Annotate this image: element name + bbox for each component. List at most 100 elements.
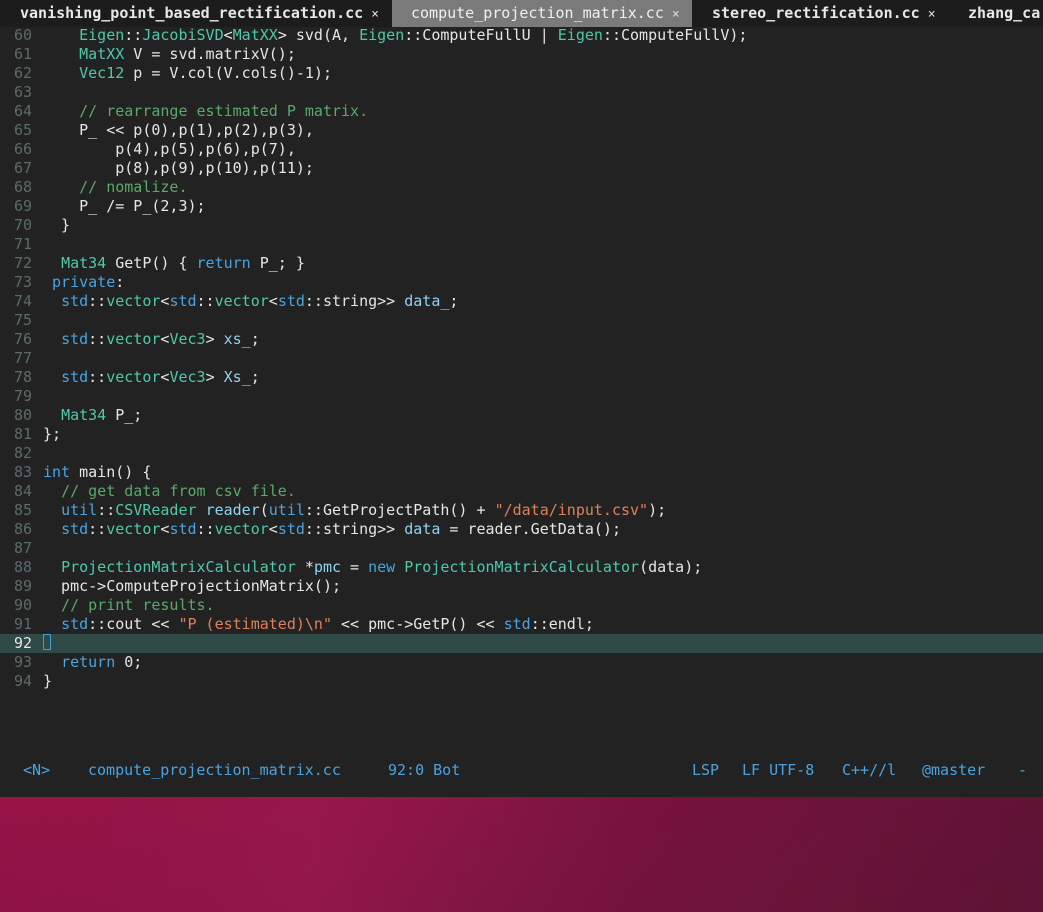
code-line[interactable]: 86 std::vector<std::vector<std::string>>… [0, 520, 1043, 539]
text-cursor [43, 634, 51, 650]
line-number: 81 [13, 425, 32, 443]
line-text: std::vector<std::vector<std::string>> da… [61, 292, 459, 310]
code-area[interactable]: 60 Eigen::JacobiSVD<MatXX> svd(A, Eigen:… [0, 26, 1043, 691]
line-text: // get data from csv file. [61, 482, 296, 500]
line-number: 84 [13, 482, 32, 500]
line-text: Vec12 p = V.col(V.cols()-1); [79, 64, 332, 82]
code-line[interactable]: 91 std::cout << "P (estimated)\n" << pmc… [0, 615, 1043, 634]
code-line[interactable]: 90 // print results. [0, 596, 1043, 615]
line-text: // print results. [61, 596, 215, 614]
line-number: 85 [13, 501, 32, 519]
code-line[interactable]: 76 std::vector<Vec3> xs_; [0, 330, 1043, 349]
line-number: 79 [13, 387, 32, 405]
line-number: 60 [13, 26, 32, 44]
code-line[interactable]: 73 private: [0, 273, 1043, 292]
code-line[interactable]: 89 pmc->ComputeProjectionMatrix(); [0, 577, 1043, 596]
line-number: 63 [13, 83, 32, 101]
line-number: 71 [13, 235, 32, 253]
line-number: 89 [13, 577, 32, 595]
line-number: 75 [13, 311, 32, 329]
code-line[interactable]: 63 [0, 83, 1043, 102]
code-line[interactable]: 79 [0, 387, 1043, 406]
line-number: 82 [13, 444, 32, 462]
line-number: 88 [13, 558, 32, 576]
code-line[interactable]: 87 [0, 539, 1043, 558]
line-text: pmc->ComputeProjectionMatrix(); [43, 577, 342, 595]
code-line[interactable]: 74 std::vector<std::vector<std::string>>… [0, 292, 1043, 311]
code-line[interactable]: 66 p(4),p(5),p(6),p(7), [0, 140, 1043, 159]
line-number: 66 [13, 140, 32, 158]
code-line[interactable]: 85 util::CSVReader reader(util::GetProje… [0, 501, 1043, 520]
code-line[interactable]: 77 [0, 349, 1043, 368]
close-icon[interactable]: × [672, 7, 680, 22]
code-line[interactable]: 68 // nomalize. [0, 178, 1043, 197]
code-line[interactable]: 67 p(8),p(9),p(10),p(11); [0, 159, 1043, 178]
tab-label: zhang_ca [968, 4, 1041, 22]
line-number: 70 [13, 216, 32, 234]
tab-label: compute_projection_matrix.cc [411, 4, 664, 22]
code-line[interactable]: 83 int main() { [0, 463, 1043, 482]
close-icon[interactable]: × [928, 7, 936, 22]
code-line[interactable]: 64 // rearrange estimated P matrix. [0, 102, 1043, 121]
code-line[interactable]: 84 // get data from csv file. [0, 482, 1043, 501]
code-editor-window[interactable]: vanishing_point_based_rectification.cc × … [0, 0, 1043, 797]
line-text: std::vector<std::vector<std::string>> da… [61, 520, 621, 538]
file-type: C++//l [842, 761, 897, 779]
line-number: 74 [13, 292, 32, 310]
code-line[interactable]: 72 Mat34 GetP() { return P_; } [0, 254, 1043, 273]
line-text: std::cout << "P (estimated)\n" << pmc->G… [61, 615, 594, 633]
line-number: 62 [13, 64, 32, 82]
line-text: p(4),p(5),p(6),p(7), [43, 140, 296, 158]
code-line[interactable]: 61 MatXX V = svd.matrixV(); [0, 45, 1043, 64]
line-number: 92 [13, 634, 32, 652]
code-line[interactable]: 65 P_ << p(0),p(1),p(2),p(3), [0, 121, 1043, 140]
tab-label: stereo_rectification.cc [712, 4, 920, 22]
line-text: Eigen::JacobiSVD<MatXX> svd(A, Eigen::Co… [79, 26, 748, 44]
tab-stereo-rectification[interactable]: stereo_rectification.cc × [712, 0, 952, 27]
cursor-position: 92:0 Bot [388, 761, 461, 779]
close-icon[interactable]: × [371, 7, 379, 22]
line-number: 78 [13, 368, 32, 386]
desktop-wallpaper [0, 797, 1043, 912]
line-number: 90 [13, 596, 32, 614]
code-line[interactable]: 94} [0, 672, 1043, 691]
code-line[interactable]: 69 P_ /= P_(2,3); [0, 197, 1043, 216]
tab-vanishing-point[interactable]: vanishing_point_based_rectification.cc × [0, 0, 390, 27]
code-line[interactable]: 60 Eigen::JacobiSVD<MatXX> svd(A, Eigen:… [0, 26, 1043, 45]
line-text: Mat34 GetP() { return P_; } [61, 254, 305, 272]
line-text: // nomalize. [79, 178, 188, 196]
line-number: 65 [13, 121, 32, 139]
line-number: 87 [13, 539, 32, 557]
line-number: 80 [13, 406, 32, 424]
tab-bar: vanishing_point_based_rectification.cc × … [0, 0, 1043, 27]
code-line[interactable]: 78 std::vector<Vec3> Xs_; [0, 368, 1043, 387]
status-bar: <N> compute_projection_matrix.cc 92:0 Bo… [0, 760, 1043, 780]
code-line[interactable]: 75 [0, 311, 1043, 330]
code-line[interactable]: 70 } [0, 216, 1043, 235]
lsp-indicator: LSP [692, 761, 720, 779]
file-format: LF UTF-8 [742, 761, 815, 779]
code-line[interactable]: 62 Vec12 p = V.col(V.cols()-1); [0, 64, 1043, 83]
line-number: 91 [13, 615, 32, 633]
status-tail: - [1018, 761, 1028, 779]
code-line[interactable]: 81}; [0, 425, 1043, 444]
line-number: 77 [13, 349, 32, 367]
line-number: 76 [13, 330, 32, 348]
status-filename: compute_projection_matrix.cc [88, 761, 341, 779]
code-line[interactable]: 80 Mat34 P_; [0, 406, 1043, 425]
tab-compute-projection-matrix[interactable]: compute_projection_matrix.cc × [392, 0, 692, 27]
tab-zhang-calibration[interactable]: zhang_ca [968, 0, 1043, 27]
code-line[interactable]: 93 return 0; [0, 653, 1043, 672]
code-line[interactable]: 82 [0, 444, 1043, 463]
line-text: Mat34 P_; [61, 406, 143, 424]
code-line[interactable]: 88 ProjectionMatrixCalculator *pmc = new… [0, 558, 1043, 577]
code-line[interactable]: 71 [0, 235, 1043, 254]
line-number: 64 [13, 102, 32, 120]
line-text: return 0; [61, 653, 143, 671]
line-text: MatXX V = svd.matrixV(); [79, 45, 296, 63]
code-line[interactable]: 92 [0, 634, 1043, 653]
git-branch: @master [922, 761, 986, 779]
line-text: p(8),p(9),p(10),p(11); [43, 159, 314, 177]
line-text: // rearrange estimated P matrix. [79, 102, 369, 120]
line-text: ProjectionMatrixCalculator *pmc = new Pr… [61, 558, 703, 576]
